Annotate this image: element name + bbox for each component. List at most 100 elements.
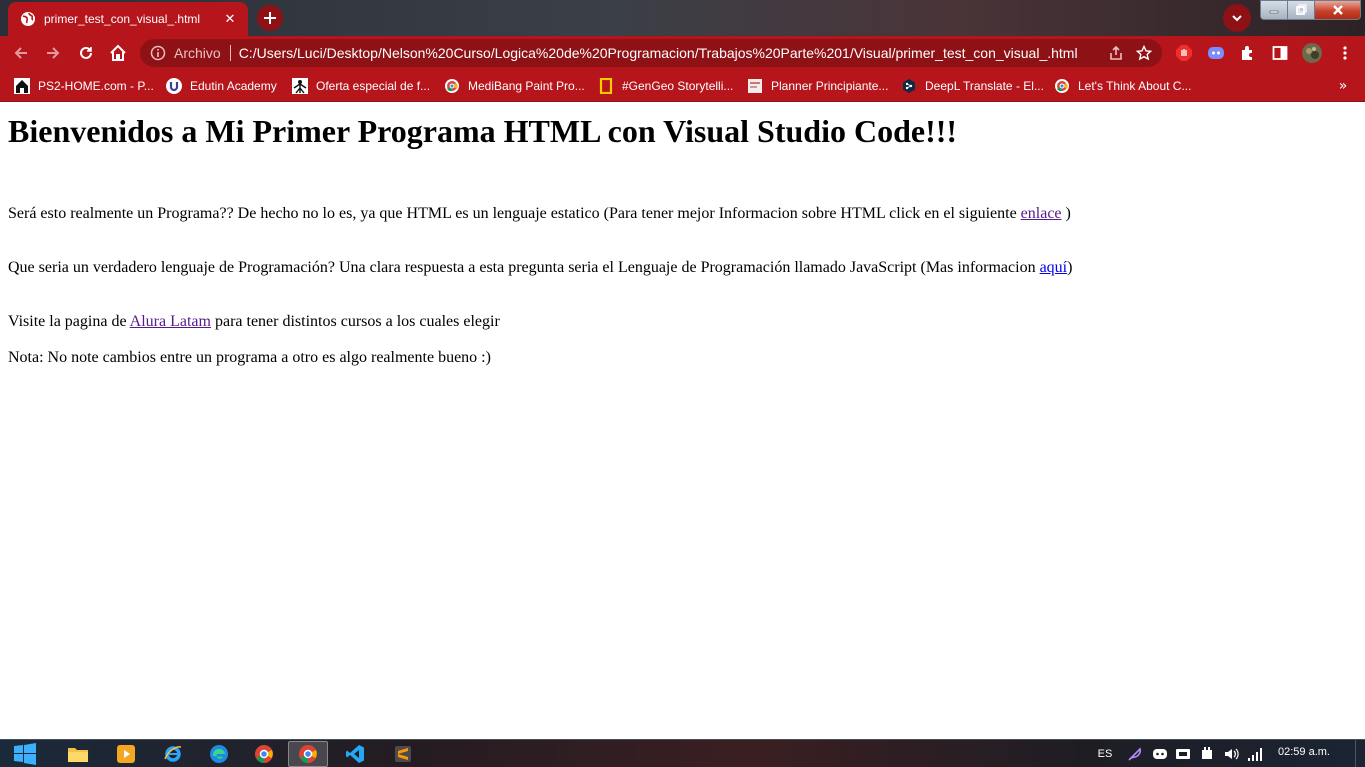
paragraph-text-end: para tener distintos cursos a los cuales… xyxy=(210,313,500,330)
chrome-app-icon xyxy=(1054,78,1070,94)
ps2-home-icon xyxy=(14,78,30,94)
show-desktop-button[interactable] xyxy=(1355,740,1365,767)
tab-close-icon[interactable]: ✕ xyxy=(220,9,240,29)
network-tray-icon[interactable] xyxy=(1198,744,1216,764)
media-player-icon xyxy=(117,745,135,763)
bookmark-label: #GenGeo Storytelli... xyxy=(622,79,734,93)
globe-icon xyxy=(20,11,36,27)
bookmark-item[interactable]: MediBang Paint Pro... xyxy=(444,75,585,97)
bookmark-label: MediBang Paint Pro... xyxy=(468,79,585,93)
menu-kebab-icon[interactable] xyxy=(1333,41,1357,65)
taskbar-media-player[interactable] xyxy=(106,741,146,767)
side-panel-icon[interactable] xyxy=(1268,41,1292,65)
paragraph-html-info: Será esto realmente un Programa?? De hec… xyxy=(8,205,1071,223)
vscode-icon xyxy=(346,745,364,763)
address-bar[interactable]: Archivo C:/Users/Luci/Desktop/Nelson%20C… xyxy=(140,39,1162,67)
discord-tray-icon[interactable] xyxy=(1151,744,1169,764)
bookmarks-bar: PS2-HOME.com - P... Edutin Academy Ofert… xyxy=(0,70,1365,102)
paragraph-text-end: ) xyxy=(1067,259,1073,276)
bookmark-star-icon[interactable] xyxy=(1130,39,1158,67)
window-close-button[interactable] xyxy=(1314,0,1361,20)
paragraph-text: Será esto realmente un Programa?? De hec… xyxy=(8,205,1021,222)
taskbar-chrome[interactable] xyxy=(244,741,284,767)
tab-strip: primer_test_con_visual_.html ✕ xyxy=(0,0,1365,36)
extension-adblock-icon[interactable] xyxy=(1172,41,1196,65)
alura-latam-link[interactable]: Alura Latam xyxy=(130,313,211,330)
page-heading: Bienvenidos a Mi Primer Programa HTML co… xyxy=(8,113,958,149)
restore-icon xyxy=(1296,4,1307,15)
extensions-puzzle-icon[interactable] xyxy=(1236,41,1260,65)
back-button[interactable] xyxy=(8,40,34,66)
aqui-link[interactable]: aquí xyxy=(1040,259,1068,276)
bookmarks-overflow-button[interactable]: » xyxy=(1332,75,1354,97)
bookmark-label: Planner Principiante... xyxy=(771,79,889,93)
plus-icon xyxy=(264,12,276,24)
windows-logo-icon xyxy=(14,743,36,765)
bookmark-item[interactable]: #GenGeo Storytelli... xyxy=(598,75,733,97)
internet-explorer-icon xyxy=(164,746,182,762)
share-icon[interactable] xyxy=(1102,39,1130,67)
bookmark-item[interactable]: Let's Think About C... xyxy=(1054,75,1191,97)
window-restore-button[interactable] xyxy=(1287,0,1315,20)
tab-search-button[interactable] xyxy=(1223,4,1251,32)
browser-toolbar: Archivo C:/Users/Luci/Desktop/Nelson%20C… xyxy=(0,36,1365,70)
paragraph-javascript-info: Que seria un verdadero lenguaje de Progr… xyxy=(8,259,1072,277)
windows-start-button[interactable] xyxy=(12,741,38,767)
home-icon xyxy=(110,44,126,61)
bookmark-item[interactable]: Oferta especial de f... xyxy=(292,75,430,97)
taskbar-vscode[interactable] xyxy=(335,741,375,767)
taskbar-clock[interactable]: 02:59 a.m. xyxy=(1278,746,1330,758)
security-label: Archivo xyxy=(174,45,221,61)
bookmark-label: DeepL Translate - El... xyxy=(925,79,1044,93)
bookmark-label: Let's Think About C... xyxy=(1078,79,1192,93)
profile-avatar[interactable] xyxy=(1300,41,1324,65)
bookmark-item[interactable]: DeepL Translate - El... xyxy=(901,75,1044,97)
chrome-icon xyxy=(255,745,273,763)
bookmark-label: Edutin Academy xyxy=(190,79,277,93)
info-icon[interactable] xyxy=(150,45,166,61)
tab-title: primer_test_con_visual_.html xyxy=(44,12,201,26)
paragraph-note: Nota: No note cambios entre un programa … xyxy=(8,349,491,367)
active-tab[interactable]: primer_test_con_visual_.html ✕ xyxy=(8,2,248,36)
taskbar-file-explorer[interactable] xyxy=(58,741,98,767)
bookmark-item[interactable]: PS2-HOME.com - P... xyxy=(14,75,154,97)
home-button[interactable] xyxy=(105,40,131,66)
paragraph-text: Nota: No note cambios entre un programa … xyxy=(8,349,491,366)
edutin-icon xyxy=(166,78,182,94)
arrow-right-icon xyxy=(47,47,60,59)
planner-icon xyxy=(747,78,763,94)
language-indicator[interactable]: ES xyxy=(1097,744,1113,764)
page-content: Bienvenidos a Mi Primer Programa HTML co… xyxy=(0,103,1365,739)
omnibox-divider xyxy=(229,45,231,61)
new-tab-button[interactable] xyxy=(257,5,283,31)
sublime-text-icon xyxy=(395,746,411,762)
edge-icon xyxy=(210,745,228,763)
natgeo-icon xyxy=(598,78,614,94)
sena-icon xyxy=(292,78,308,94)
taskbar-chrome-active[interactable] xyxy=(288,741,328,767)
feather-icon[interactable] xyxy=(1126,744,1144,764)
signal-icon[interactable] xyxy=(1246,744,1264,764)
url-text[interactable]: C:/Users/Luci/Desktop/Nelson%20Curso/Log… xyxy=(239,45,1102,61)
minimize-icon xyxy=(1269,10,1279,14)
windows-taskbar: ES 02:59 a.m. xyxy=(0,739,1365,767)
bookmark-item[interactable]: Edutin Academy xyxy=(166,75,277,97)
file-explorer-icon xyxy=(68,748,88,762)
device-tray-icon[interactable] xyxy=(1174,744,1192,764)
reload-button[interactable] xyxy=(73,40,99,66)
taskbar-edge[interactable] xyxy=(199,741,239,767)
deepl-icon xyxy=(901,78,917,94)
window-minimize-button[interactable] xyxy=(1260,0,1288,20)
paragraph-text: Visite la pagina de xyxy=(8,313,130,330)
taskbar-sublime-text[interactable] xyxy=(383,741,423,767)
volume-icon[interactable] xyxy=(1222,744,1240,764)
chrome-active-icon xyxy=(299,745,317,763)
bookmark-item[interactable]: Planner Principiante... xyxy=(747,75,888,97)
chevron-down-icon xyxy=(1232,15,1242,22)
enlace-link[interactable]: enlace xyxy=(1021,205,1062,222)
extension-discord-icon[interactable] xyxy=(1204,41,1228,65)
forward-button[interactable] xyxy=(40,40,66,66)
reload-icon xyxy=(80,46,92,59)
taskbar-internet-explorer[interactable] xyxy=(153,741,193,767)
arrow-left-icon xyxy=(14,47,27,59)
